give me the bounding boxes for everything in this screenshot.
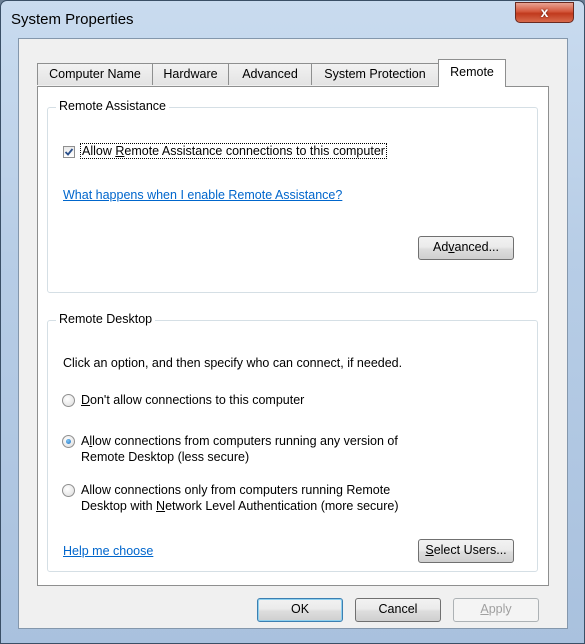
help-me-choose-link[interactable]: Help me choose	[63, 544, 153, 558]
radio-selected-dot	[66, 439, 71, 444]
apply-button[interactable]: Apply	[453, 598, 539, 622]
advanced-button[interactable]: Advanced...	[418, 236, 514, 260]
tab-system-protection[interactable]: System Protection	[311, 63, 439, 85]
remote-desktop-group: Remote Desktop Click an option, and then…	[47, 312, 538, 572]
accelerator-key: D	[81, 393, 91, 407]
tab-hardware[interactable]: Hardware	[152, 63, 229, 85]
remote-assistance-group-title: Remote Assistance	[56, 99, 169, 113]
cancel-button[interactable]: Cancel	[355, 598, 441, 622]
allow-any-version-radio[interactable]	[62, 435, 75, 448]
remote-assistance-help-link[interactable]: What happens when I enable Remote Assist…	[63, 188, 342, 202]
tab-label: Remote	[450, 65, 494, 79]
remote-assistance-group: Remote Assistance Allow Remote Assistanc…	[47, 99, 538, 293]
allow-nla-only-radio[interactable]	[62, 484, 75, 497]
label-part: Remote Desktop (less secure)	[81, 450, 250, 464]
title-bar[interactable]: System Properties x	[1, 1, 584, 37]
allow-remote-assistance-checkbox[interactable]	[63, 146, 75, 158]
tab-label: System Protection	[324, 67, 426, 81]
close-button[interactable]: x	[515, 2, 574, 23]
remote-tab-panel: Remote Assistance Allow Remote Assistanc…	[37, 86, 549, 586]
system-properties-window: System Properties x Computer Name Hardwa…	[0, 0, 585, 644]
checkmark-icon	[64, 148, 74, 156]
button-label-part: Ad	[432, 240, 449, 254]
tab-label: Hardware	[163, 67, 218, 81]
label-part: on't allow connections to this computer	[90, 393, 305, 407]
label-part: emote Assistance connections to this com…	[124, 144, 385, 158]
label-part: etwork Level Authentication (more secure…	[165, 499, 399, 513]
tab-label: Advanced	[242, 67, 298, 81]
focus-rect: Allow Remote Assistance connections to t…	[80, 143, 387, 159]
select-users-button[interactable]: Select Users...	[418, 539, 514, 563]
label-part: Desktop with	[81, 499, 157, 513]
allow-remote-assistance-label[interactable]: Allow Remote Assistance connections to t…	[80, 143, 387, 159]
label-part: Allow	[82, 144, 116, 158]
button-label-part: anced...	[454, 240, 500, 254]
button-label-part: pply	[488, 602, 512, 616]
button-label-part: elect Users...	[433, 543, 507, 557]
label-part: low connections from computers running a…	[92, 434, 398, 448]
allow-any-version-label[interactable]: Allow connections from computers running…	[81, 433, 398, 465]
accelerator-key: S	[425, 543, 434, 557]
accelerator-key: N	[156, 499, 166, 513]
allow-nla-only-label[interactable]: Allow connections only from computers ru…	[81, 482, 399, 514]
tab-advanced[interactable]: Advanced	[228, 63, 312, 85]
accelerator-key: A	[480, 602, 489, 616]
dialog-client-area: Computer Name Hardware Advanced System P…	[18, 38, 568, 629]
dont-allow-connections-radio[interactable]	[62, 394, 75, 407]
remote-desktop-group-title: Remote Desktop	[56, 312, 156, 326]
tab-remote[interactable]: Remote	[438, 59, 506, 87]
label-part: Allow connections only from computers ru…	[81, 483, 391, 497]
ok-button[interactable]: OK	[257, 598, 343, 622]
window-title: System Properties	[11, 11, 134, 28]
dont-allow-connections-label[interactable]: Don't allow connections to this computer	[81, 393, 304, 407]
tab-computer-name[interactable]: Computer Name	[37, 63, 153, 85]
remote-desktop-instructions: Click an option, and then specify who ca…	[63, 356, 403, 370]
tab-label: Computer Name	[49, 67, 141, 81]
close-icon: x	[540, 4, 549, 20]
